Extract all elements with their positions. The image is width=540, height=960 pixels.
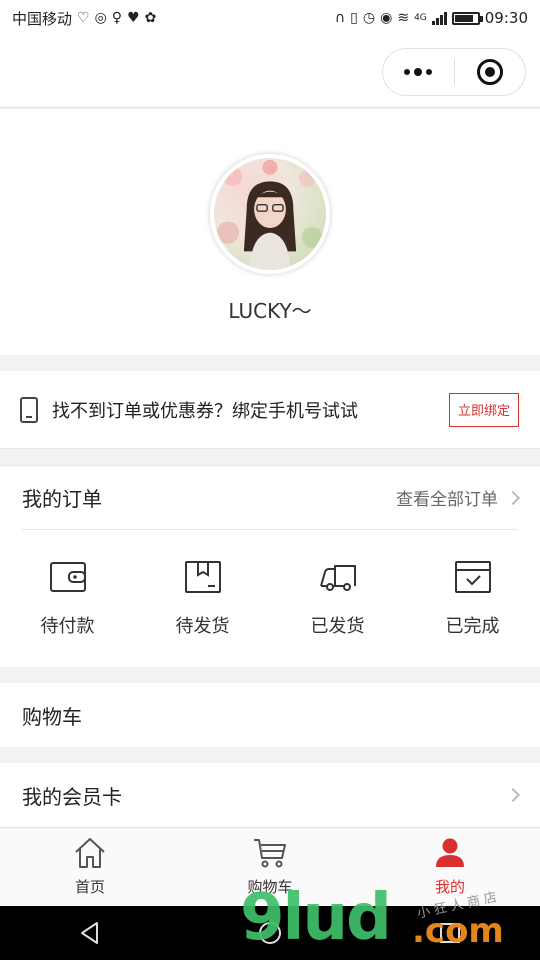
tab-cart[interactable]: 购物车 xyxy=(180,828,360,906)
completed-box-icon xyxy=(454,561,491,593)
chevron-right-icon xyxy=(505,787,521,803)
avatar-image xyxy=(216,159,323,270)
member-card-row[interactable]: 我的会员卡 xyxy=(0,763,540,827)
battery-icon xyxy=(451,11,483,25)
bind-phone-row: 找不到订单或优惠券？绑定手机号试试 立即绑定 xyxy=(0,371,540,449)
capsule-menu xyxy=(382,48,526,96)
bind-now-button[interactable]: 立即绑定 xyxy=(449,392,519,427)
qq-icon: ♀ xyxy=(111,10,123,26)
recents-square-icon[interactable] xyxy=(437,920,463,946)
order-status-label: 待发货 xyxy=(175,616,230,637)
order-status-label: 已完成 xyxy=(445,616,500,637)
bind-phone-text: 找不到订单或优惠券？绑定手机号试试 xyxy=(52,400,358,422)
system-nav-bar xyxy=(0,906,540,960)
back-triangle-icon[interactable] xyxy=(77,920,103,946)
battery-level xyxy=(454,14,474,22)
more-dots-icon[interactable] xyxy=(383,49,454,95)
view-all-orders-label: 查看全部订单 xyxy=(396,490,498,510)
user-icon xyxy=(436,838,464,867)
tab-label: 我的 xyxy=(434,878,465,896)
alarm-icon: ◷ xyxy=(362,10,376,26)
profile-section: LUCKY～ xyxy=(0,109,540,355)
vibrate-icon: ▯ xyxy=(350,10,358,26)
wechat-icon: ◎ xyxy=(94,10,107,26)
order-status-completed[interactable]: 已完成 xyxy=(405,530,540,668)
cart-row[interactable]: 购物车 xyxy=(0,683,540,747)
cart-row-label: 购物车 xyxy=(22,704,82,729)
truck-icon xyxy=(319,565,356,591)
status-left: 中国移动 ♡ ◎ ♀ ♥ ✿ xyxy=(12,8,156,29)
order-status-to-ship[interactable]: 待发货 xyxy=(135,530,270,668)
tab-home[interactable]: 首页 xyxy=(0,828,180,906)
tab-bar: 首页 购物车 我的 xyxy=(0,827,540,906)
headphones-icon: ∩ xyxy=(334,10,346,26)
shield-icon: ♡ xyxy=(77,10,90,26)
eye-icon: ◉ xyxy=(380,10,393,26)
chevron-right-icon xyxy=(505,490,521,505)
member-card-label: 我的会员卡 xyxy=(22,784,122,809)
view-all-orders-link[interactable]: 查看全部订单 xyxy=(396,485,521,510)
status-bar: 中国移动 ♡ ◎ ♀ ♥ ✿ ∩ ▯ ◷ ◉ ≋ 4G 09:30 xyxy=(0,0,540,36)
orders-section: 我的订单 查看全部订单 待付款 待发货 已发货 已完成 xyxy=(0,465,540,667)
order-status-label: 待付款 xyxy=(40,616,95,637)
tab-mine[interactable]: 我的 xyxy=(360,828,540,906)
wifi-icon: ≋ xyxy=(397,10,410,26)
carrier-label: 中国移动 xyxy=(12,9,73,28)
target-close-icon[interactable] xyxy=(455,49,526,95)
order-status-list: 待付款 待发货 已发货 已完成 xyxy=(0,530,540,668)
signal-icon xyxy=(431,11,447,25)
clock: 09:30 xyxy=(484,9,528,27)
heartbeat-icon: ♥ xyxy=(127,10,140,26)
avatar[interactable] xyxy=(210,154,330,274)
tab-label: 购物车 xyxy=(247,878,293,896)
order-status-pending-payment[interactable]: 待付款 xyxy=(0,530,135,668)
wallet-icon xyxy=(49,562,86,592)
tab-label: 首页 xyxy=(74,878,105,896)
home-circle-icon[interactable] xyxy=(257,920,283,946)
nav-bar xyxy=(0,36,540,108)
network-type: 4G xyxy=(414,13,427,23)
orders-title: 我的订单 xyxy=(22,487,102,511)
cart-icon xyxy=(254,839,286,868)
phone-icon xyxy=(20,396,38,423)
order-status-label: 已发货 xyxy=(310,616,365,637)
order-status-shipped[interactable]: 已发货 xyxy=(270,530,405,668)
username: LUCKY～ xyxy=(228,299,312,323)
orders-header: 我的订单 查看全部订单 xyxy=(22,466,521,530)
home-icon xyxy=(75,838,105,868)
box-icon xyxy=(184,561,221,593)
status-right: ∩ ▯ ◷ ◉ ≋ 4G 09:30 xyxy=(335,9,528,27)
app-notification-icon: ✿ xyxy=(144,10,157,26)
